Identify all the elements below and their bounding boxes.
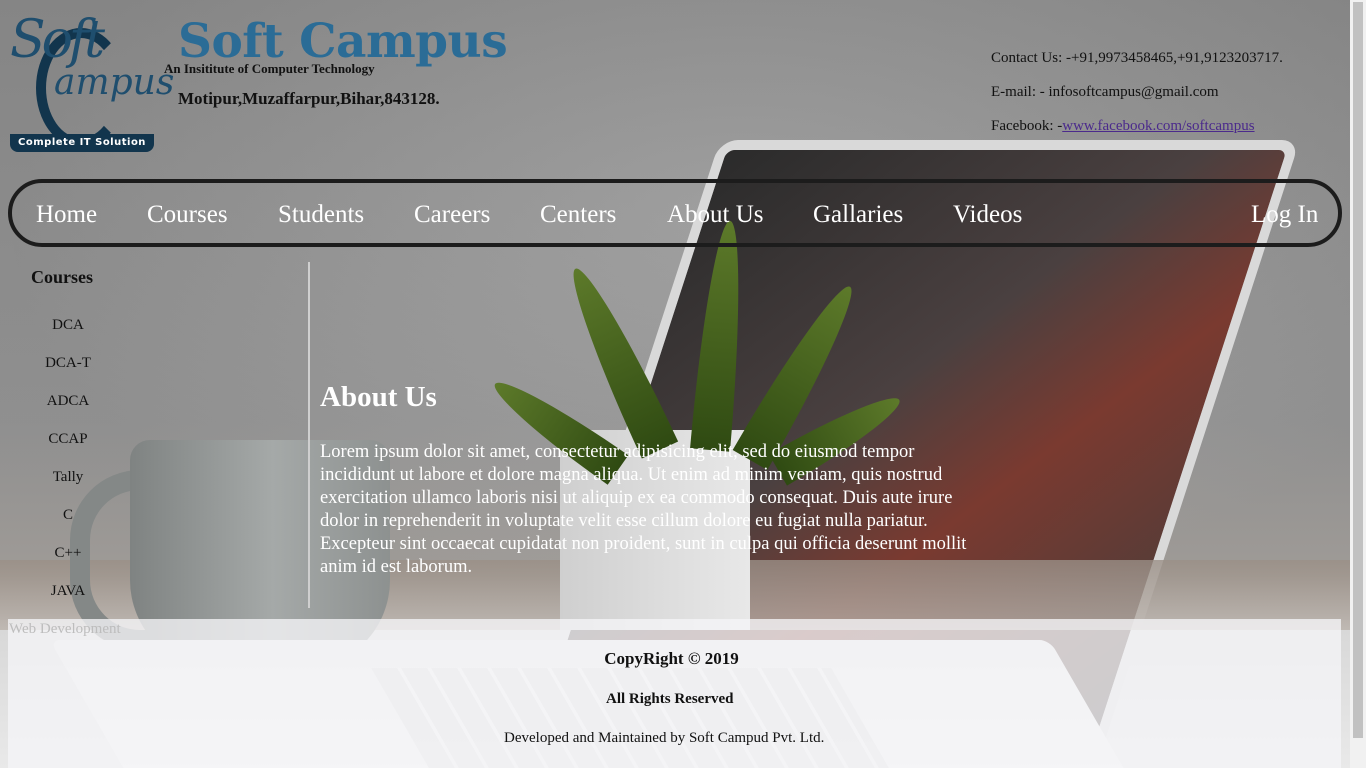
- sidebar-item-cpp[interactable]: C++: [0, 545, 136, 562]
- sidebar-title: Courses: [31, 267, 93, 287]
- nav-home[interactable]: Home: [36, 201, 97, 229]
- sidebar-item-tally[interactable]: Tally: [0, 469, 136, 486]
- contact-email: E-mail: - infosoftcampus@gmail.com: [991, 82, 1283, 116]
- logo-tagline: Complete IT Solution: [10, 134, 154, 152]
- logo-script-campus: ampus: [54, 62, 175, 103]
- scrollbar-thumb[interactable]: [1353, 2, 1363, 738]
- sidebar-item-adca[interactable]: ADCA: [0, 393, 136, 410]
- sidebar-item-java[interactable]: JAVA: [0, 583, 136, 600]
- nav-login[interactable]: Log In: [1251, 201, 1318, 229]
- about-us-title: About Us: [320, 381, 437, 413]
- nav-gallaries[interactable]: Gallaries: [813, 201, 903, 229]
- main-nav: Home Courses Students Careers Centers Ab…: [8, 179, 1342, 247]
- contact-email-value: infosoftcampus@gmail.com: [1048, 84, 1219, 100]
- contact-info: Contact Us: -+91,9973458465,+91,91232037…: [991, 48, 1283, 150]
- vertical-scrollbar[interactable]: [1350, 0, 1366, 768]
- nav-careers[interactable]: Careers: [414, 201, 490, 229]
- contact-phone: Contact Us: -+91,9973458465,+91,91232037…: [991, 48, 1283, 82]
- contact-phone-label: Contact Us: -: [991, 50, 1071, 66]
- nav-students[interactable]: Students: [278, 201, 364, 229]
- footer: CopyRight © 2019 All Rights Reserved Dev…: [8, 619, 1341, 768]
- sidebar-divider: [308, 262, 310, 608]
- footer-copyright: CopyRight © 2019: [8, 649, 1341, 669]
- nav-about-us[interactable]: About Us: [667, 201, 764, 229]
- nav-courses[interactable]: Courses: [147, 201, 228, 229]
- facebook-link[interactable]: www.facebook.com/softcampus: [1062, 118, 1254, 134]
- sidebar-item-ccap[interactable]: CCAP: [0, 431, 136, 448]
- contact-email-label: E-mail: -: [991, 84, 1049, 100]
- nav-centers[interactable]: Centers: [540, 201, 616, 229]
- contact-facebook-label: Facebook: -: [991, 118, 1063, 134]
- logo[interactable]: Soft ampus Complete IT Solution: [8, 6, 174, 154]
- sidebar-item-web-development[interactable]: Web Development: [9, 621, 121, 638]
- sidebar-item-dca-t[interactable]: DCA-T: [0, 355, 136, 372]
- contact-facebook: Facebook: -www.facebook.com/softcampus: [991, 116, 1283, 150]
- brand-tagline: An Insititute of Computer Technology: [164, 61, 375, 76]
- footer-rights: All Rights Reserved: [606, 691, 734, 707]
- footer-copyright-text: CopyRight © 2019: [604, 649, 739, 668]
- logo-script-soft: Soft: [10, 10, 105, 70]
- sidebar-item-c[interactable]: C: [0, 507, 136, 524]
- nav-videos[interactable]: Videos: [953, 201, 1022, 229]
- address: Motipur,Muzaffarpur,Bihar,843128.: [178, 89, 440, 108]
- footer-developed-by: Developed and Maintained by Soft Campud …: [504, 730, 825, 746]
- sidebar-item-dca[interactable]: DCA: [0, 317, 136, 334]
- about-us-text: Lorem ipsum dolor sit amet, consectetur …: [320, 442, 967, 577]
- contact-phone-value: +91,9973458465,+91,9123203717.: [1071, 50, 1283, 66]
